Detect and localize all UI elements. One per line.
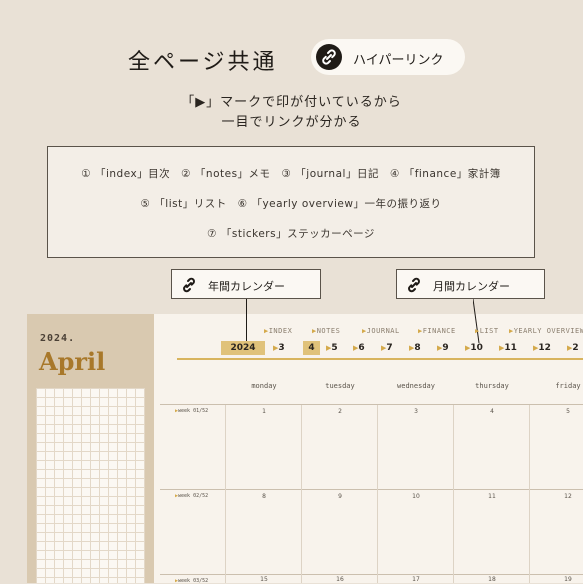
subtitle-line-1: 「▶」マークで印が付いているから <box>181 95 402 110</box>
header-divider <box>177 358 583 360</box>
month-tab-next[interactable]: ▶2 <box>567 343 579 353</box>
callout-yearly-label: 年間カレンダー <box>208 280 285 293</box>
month-tab-11[interactable]: ▶11 <box>499 343 517 353</box>
nav-link-finance[interactable]: ▶FINANCE <box>418 327 456 335</box>
date-cell[interactable]: 19 <box>530 576 583 583</box>
weekday-tuesday: tuesday <box>325 382 355 390</box>
month-tab-6[interactable]: ▶6 <box>353 343 365 353</box>
link-list-row-3: ⑦ 「stickers」ステッカーページ <box>207 228 375 240</box>
link-list-row-1: ① 「index」目次 ② 「notes」メモ ③ 「journal」日記 ④ … <box>81 168 501 180</box>
date-cell[interactable]: 3 <box>378 408 454 415</box>
subtitle-line-2: 一目でリンクが分かる <box>221 115 362 130</box>
nav-label: FINANCE <box>422 327 456 335</box>
link-list-row-2: ⑤ 「list」リスト ⑥ 「yearly overview」一年の振り返り <box>140 198 442 210</box>
date-cell[interactable]: 15 <box>226 576 302 583</box>
nav-label: NOTES <box>316 327 341 335</box>
week-divider <box>160 404 583 405</box>
nav-link-list[interactable]: ▶LIST <box>475 327 499 335</box>
date-cell[interactable]: 9 <box>302 493 378 500</box>
month-tab-label: 8 <box>414 343 421 353</box>
month-tab-8[interactable]: ▶8 <box>409 343 421 353</box>
month-tab-4[interactable]: 4 <box>303 341 320 355</box>
month-tab-7[interactable]: ▶7 <box>381 343 393 353</box>
nav-link-journal[interactable]: ▶JOURNAL <box>362 327 400 335</box>
month-tab-10[interactable]: ▶10 <box>465 343 483 353</box>
link-icon <box>405 276 423 298</box>
month-tab-label: 9 <box>442 343 449 353</box>
callout-pointer-yearly <box>246 299 247 341</box>
callout-pointer-monthly <box>472 298 481 344</box>
date-cell[interactable]: 1 <box>226 408 302 415</box>
month-tab-9[interactable]: ▶9 <box>437 343 449 353</box>
month-tab-label: 6 <box>358 343 365 353</box>
month-tab-label: 10 <box>470 343 483 353</box>
link-list-box: ① 「index」目次 ② 「notes」メモ ③ 「journal」日記 ④ … <box>47 146 535 258</box>
month-tab-3[interactable]: ▶3 <box>273 343 285 353</box>
weekday-wednesday: wednesday <box>397 382 435 390</box>
week-label: week 03/52 <box>178 578 209 584</box>
week-link-03[interactable]: ▶week 03/52 <box>175 578 208 584</box>
nav-label: INDEX <box>268 327 293 335</box>
week-label: week 02/52 <box>178 493 209 499</box>
nav-link-notes[interactable]: ▶NOTES <box>312 327 340 335</box>
week-label: week 01/52 <box>178 408 209 414</box>
month-tab-label: 7 <box>386 343 393 353</box>
date-cell[interactable]: 8 <box>226 493 302 500</box>
date-cell[interactable]: 16 <box>302 576 378 583</box>
date-cell[interactable]: 18 <box>454 576 530 583</box>
planner-year: 2024. <box>40 333 76 344</box>
date-cell[interactable]: 4 <box>454 408 530 415</box>
week-link-01[interactable]: ▶week 01/52 <box>175 408 208 414</box>
link-icon <box>180 276 198 298</box>
month-tab-12[interactable]: ▶12 <box>533 343 551 353</box>
callout-monthly-calendar: 月間カレンダー <box>396 269 545 299</box>
nav-label: LIST <box>479 327 499 335</box>
callout-yearly-calendar: 年間カレンダー <box>171 269 321 299</box>
nav-label: YEARLY OVERVIEW <box>513 327 583 335</box>
notes-grid <box>36 388 145 583</box>
date-cell[interactable]: 2 <box>302 408 378 415</box>
weekday-thursday: thursday <box>475 382 509 390</box>
weekday-friday: friday <box>555 382 581 390</box>
month-tab-label: 12 <box>538 343 551 353</box>
date-cell[interactable]: 17 <box>378 576 454 583</box>
year-tab[interactable]: 2024 <box>221 341 265 355</box>
planner-month: April <box>39 347 106 376</box>
date-cell[interactable]: 5 <box>530 408 583 415</box>
link-icon <box>316 44 342 70</box>
week-divider <box>160 574 583 575</box>
month-tab-5[interactable]: ▶5 <box>326 343 338 353</box>
month-tab-label: 5 <box>331 343 338 353</box>
month-tab-label: 11 <box>504 343 517 353</box>
week-link-02[interactable]: ▶week 02/52 <box>175 493 208 499</box>
nav-link-index[interactable]: ▶INDEX <box>264 327 292 335</box>
date-cell[interactable]: 11 <box>454 493 530 500</box>
pill-label: ハイパーリンク <box>353 53 444 68</box>
hyperlink-pill: ハイパーリンク <box>311 39 465 75</box>
nav-label: JOURNAL <box>366 327 400 335</box>
nav-link-yearly-overview[interactable]: ▶YEARLY OVERVIEW <box>509 327 583 335</box>
month-tab-label: 3 <box>278 343 285 353</box>
date-cell[interactable]: 12 <box>530 493 583 500</box>
date-cell[interactable]: 10 <box>378 493 454 500</box>
week-divider <box>160 489 583 490</box>
page-title: 全ページ共通 <box>128 50 278 75</box>
callout-monthly-label: 月間カレンダー <box>433 280 510 293</box>
weekday-monday: monday <box>251 382 277 390</box>
month-tab-label: 2 <box>572 343 579 353</box>
